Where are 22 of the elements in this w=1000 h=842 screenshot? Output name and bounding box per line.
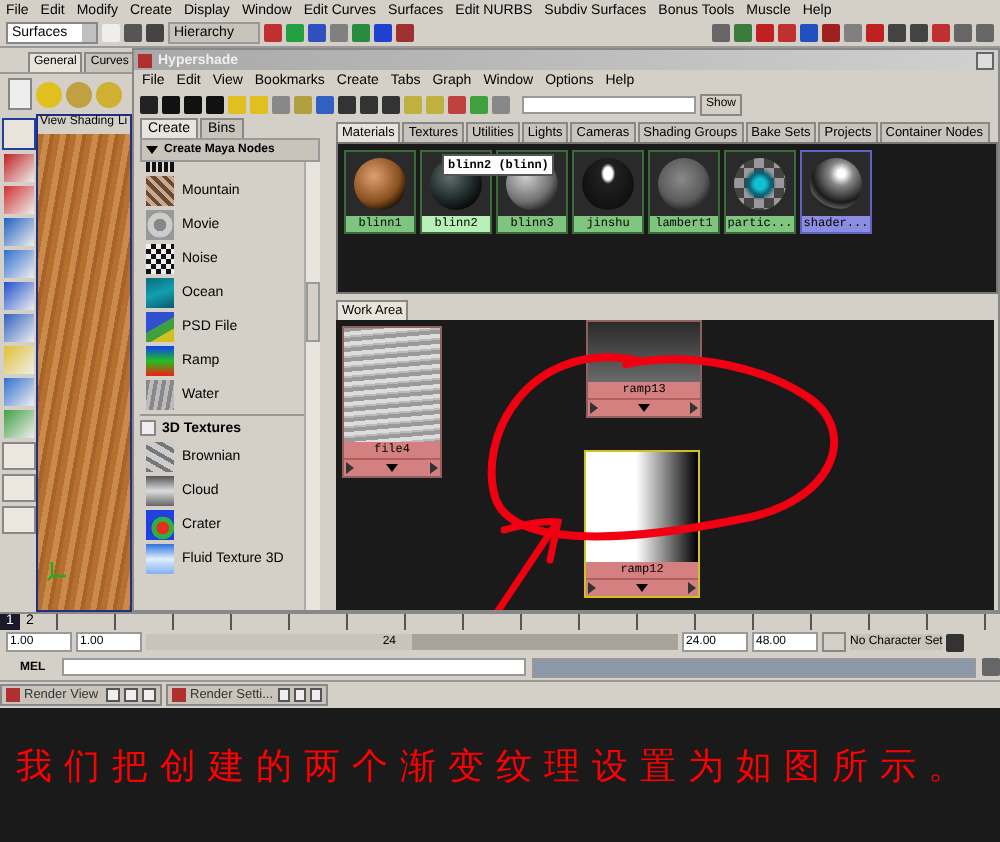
layout-icon[interactable]	[1, 506, 35, 534]
tool-icon[interactable]	[3, 410, 33, 438]
tool-icon[interactable]	[3, 218, 33, 246]
tool-icon[interactable]	[3, 250, 33, 278]
dropdown-button[interactable]	[822, 632, 846, 652]
scrollbar[interactable]	[304, 162, 320, 610]
tool-icon[interactable]	[3, 282, 33, 310]
minimize-button[interactable]	[976, 51, 994, 69]
command-input-field[interactable]	[62, 658, 526, 676]
grid-texture-thumbnail	[146, 162, 174, 172]
shelf-menu-button[interactable]	[8, 78, 32, 110]
layout-icon[interactable]	[1, 442, 35, 470]
layout-icon[interactable]	[1, 474, 35, 502]
shelf-icon[interactable]	[66, 81, 92, 107]
axis-icon	[46, 558, 70, 582]
tool-icon[interactable]	[3, 314, 33, 342]
caption-text: 我们把创建的两个渐变纹理设置为如图所示。	[16, 743, 976, 789]
tool-icon[interactable]	[3, 186, 33, 214]
shelf-icon[interactable]	[96, 81, 122, 107]
tool-icon[interactable]	[3, 154, 33, 182]
search-field[interactable]	[522, 95, 696, 113]
tool-icon[interactable]	[3, 378, 33, 406]
